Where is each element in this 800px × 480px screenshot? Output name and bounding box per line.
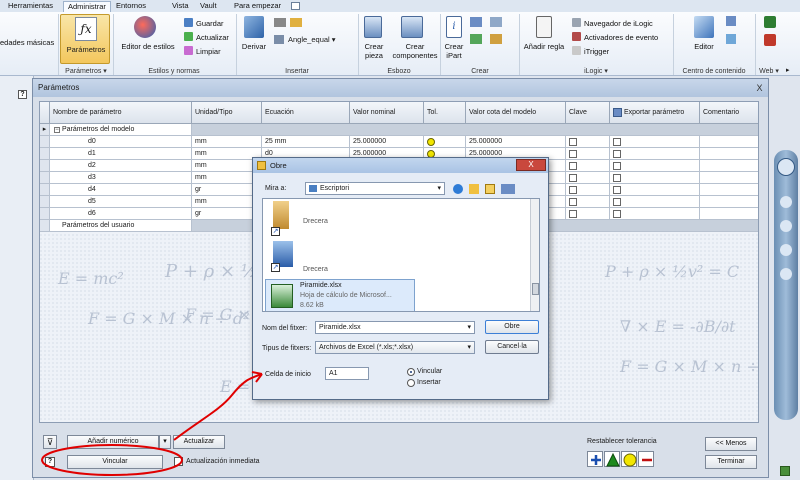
annotation-ellipse bbox=[41, 444, 183, 476]
zoom-icon[interactable] bbox=[780, 220, 792, 232]
orbit-icon[interactable] bbox=[780, 244, 792, 256]
red-annotation-overlay bbox=[41, 371, 263, 476]
pan-icon[interactable] bbox=[780, 196, 792, 208]
look-at-icon[interactable] bbox=[780, 268, 792, 280]
navigation-bar[interactable] bbox=[774, 150, 798, 420]
steering-wheel-icon[interactable] bbox=[777, 158, 795, 176]
annotation-arrow-line bbox=[173, 373, 263, 441]
status-corner-icon[interactable] bbox=[780, 466, 790, 476]
